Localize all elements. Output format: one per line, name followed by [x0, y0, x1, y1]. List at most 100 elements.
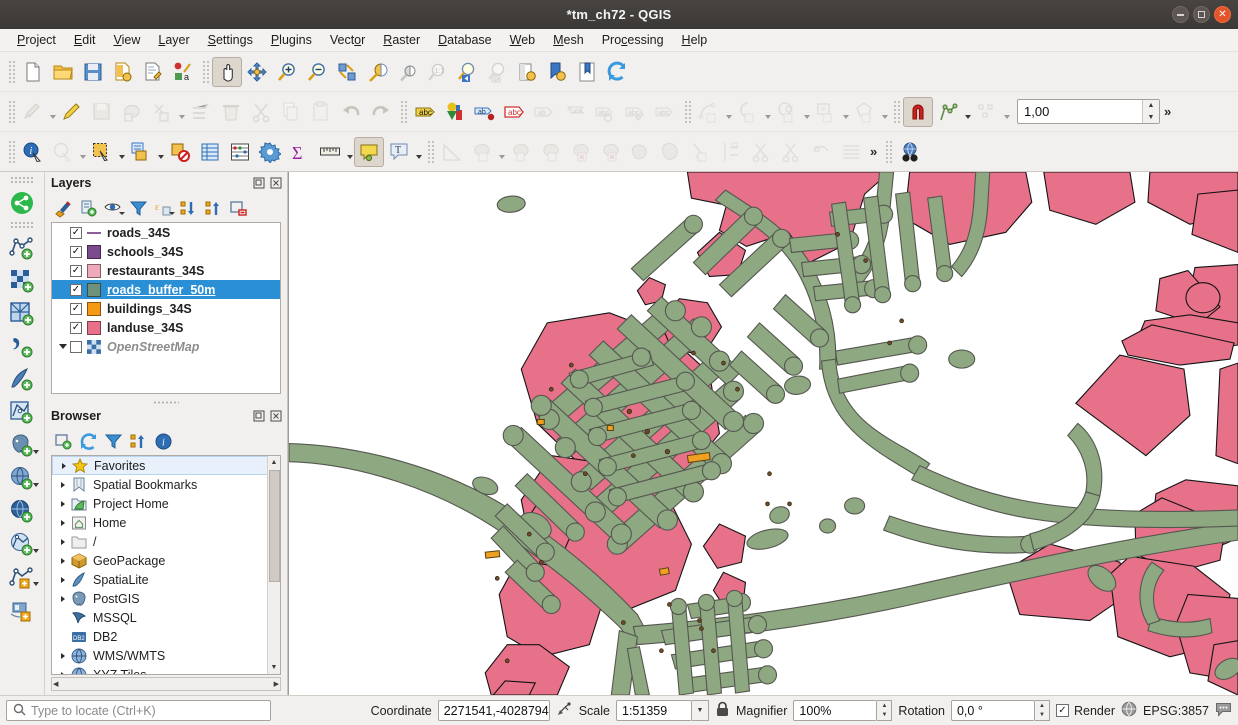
chevron-right-icon[interactable]	[56, 671, 70, 676]
chevron-down-icon[interactable]	[169, 212, 175, 215]
browser-item-home[interactable]: Home	[52, 513, 268, 532]
layer-row-schools_34S[interactable]: ✓schools_34S	[52, 242, 280, 261]
change-label-properties-button[interactable]: abc	[650, 97, 680, 127]
menu-item-edit[interactable]: Edit	[65, 29, 105, 52]
new-project-button[interactable]	[18, 57, 48, 87]
menu-item-layer[interactable]: Layer	[149, 29, 198, 52]
snapping-units-button[interactable]	[972, 97, 1002, 127]
browser-item-[interactable]: /	[52, 532, 268, 551]
select-features-dropdown[interactable]	[117, 137, 126, 167]
deselect-features-button[interactable]	[165, 137, 195, 167]
menu-item-raster[interactable]: Raster	[374, 29, 429, 52]
new-print-layout-button[interactable]	[138, 57, 168, 87]
toolbar-grip[interactable]	[426, 139, 434, 165]
scroll-right-arrow[interactable]: ▶	[274, 680, 279, 688]
browser-item-postgis[interactable]: PostGIS	[52, 589, 268, 608]
toolbar-overflow-button[interactable]: »	[1160, 104, 1175, 119]
modify-attributes-button[interactable]	[147, 97, 177, 127]
menu-item-view[interactable]: View	[104, 29, 149, 52]
layer-row-OpenStreetMap[interactable]: OpenStreetMap	[52, 337, 280, 356]
layer-row-landuse_34S[interactable]: ✓landuse_34S	[52, 318, 280, 337]
browser-item-db2[interactable]: DB2DB2	[52, 627, 268, 646]
vertex-tool-dropdown[interactable]	[724, 97, 733, 127]
open-layer-styling-icon[interactable]	[51, 196, 75, 220]
rotate-feature-button[interactable]	[686, 137, 716, 167]
text-annotation-dropdown[interactable]	[414, 137, 423, 167]
pan-map-button[interactable]	[212, 57, 242, 87]
measure-angle-button[interactable]	[437, 137, 467, 167]
toggle-editing-button[interactable]	[57, 97, 87, 127]
spinbox-arrows[interactable]: ▲ ▼	[1035, 700, 1050, 721]
reshape-dropdown[interactable]	[763, 97, 772, 127]
save-project-as-button[interactable]	[108, 57, 138, 87]
minimize-button[interactable]	[1172, 6, 1189, 23]
delete-part-button[interactable]	[566, 137, 596, 167]
chevron-right-icon[interactable]	[57, 462, 71, 470]
expand-all-icon[interactable]	[176, 196, 200, 220]
toolbar-grip[interactable]	[399, 99, 407, 125]
select-by-value-dropdown[interactable]	[156, 137, 165, 167]
label-button[interactable]: abc	[410, 97, 440, 127]
scrollbar-thumb[interactable]	[269, 470, 280, 582]
split-features-button[interactable]	[811, 97, 841, 127]
toggle-extents-icon[interactable]	[556, 701, 573, 721]
zoom-full-button[interactable]	[332, 57, 362, 87]
layers-undock-icon[interactable]	[251, 176, 266, 191]
menu-item-database[interactable]: Database	[429, 29, 501, 52]
offset-curve-dropdown[interactable]	[802, 97, 811, 127]
crs-label[interactable]: EPSG:3857	[1143, 704, 1209, 718]
new-bookmark-button[interactable]	[542, 57, 572, 87]
menu-item-vector[interactable]: Vector	[321, 29, 374, 52]
merge-features-dropdown[interactable]	[880, 97, 889, 127]
scissors-2-button[interactable]	[776, 137, 806, 167]
magnifier-spinbox[interactable]: 100% ▲ ▼	[793, 700, 892, 721]
add-group-icon[interactable]	[76, 196, 100, 220]
lock-scale-icon[interactable]	[715, 701, 730, 721]
add-vector-layer-icon[interactable]	[5, 231, 39, 264]
zoom-to-selection-button[interactable]	[362, 57, 392, 87]
rotation-value[interactable]: 0,0 °	[951, 700, 1035, 721]
layer-row-roads_buffer_50m[interactable]: ✓roads_buffer_50m	[52, 280, 280, 299]
menu-item-processing[interactable]: Processing	[593, 29, 673, 52]
offset-curve-button[interactable]	[772, 97, 802, 127]
chevron-right-icon[interactable]	[56, 481, 70, 489]
add-ring-button[interactable]	[536, 137, 566, 167]
add-wfs-layer-icon[interactable]	[5, 495, 39, 528]
remove-layer-icon[interactable]	[226, 196, 250, 220]
paste-features-button[interactable]	[306, 97, 336, 127]
toolbar-grip[interactable]	[7, 99, 15, 125]
layer-visibility-checkbox[interactable]: ✓	[70, 265, 82, 277]
spin-down-arrow[interactable]: ▼	[1035, 711, 1049, 721]
spin-down-arrow[interactable]: ▼	[1143, 112, 1159, 124]
crs-globe-icon[interactable]	[1121, 701, 1137, 720]
trim-extend-button[interactable]	[716, 137, 746, 167]
smooth-button[interactable]	[656, 137, 686, 167]
chevron-right-icon[interactable]	[56, 595, 70, 603]
collapse-all-icon[interactable]	[201, 196, 225, 220]
change-label-button[interactable]: abc	[620, 97, 650, 127]
delete-selected-button[interactable]	[216, 97, 246, 127]
delete-ring-button[interactable]	[596, 137, 626, 167]
menu-item-plugins[interactable]: Plugins	[262, 29, 321, 52]
simplify-button[interactable]	[626, 137, 656, 167]
map-tips-button[interactable]	[354, 137, 384, 167]
new-gpkg-layer-icon[interactable]	[5, 594, 39, 627]
messages-icon[interactable]	[1215, 702, 1232, 720]
filter-legend-expression-icon[interactable]: ε	[151, 196, 175, 220]
filter-browser-icon[interactable]	[101, 429, 125, 453]
redo-button[interactable]	[366, 97, 396, 127]
toolbar-grip[interactable]	[884, 139, 892, 165]
browser-collapse-all-icon[interactable]	[126, 429, 150, 453]
spin-up-arrow[interactable]: ▲	[1035, 701, 1049, 711]
chevron-right-icon[interactable]	[56, 519, 70, 527]
snapping-units-dropdown[interactable]	[1002, 97, 1011, 127]
menu-item-web[interactable]: Web	[501, 29, 544, 52]
browser-properties-icon[interactable]: i	[151, 429, 175, 453]
layer-row-roads_34S[interactable]: ✓roads_34S	[52, 223, 280, 242]
save-layer-edits-button[interactable]	[87, 97, 117, 127]
chevron-right-icon[interactable]	[56, 500, 70, 508]
undo-button[interactable]	[336, 97, 366, 127]
chevron-down-icon[interactable]	[33, 483, 39, 487]
pan-to-selection-button[interactable]	[242, 57, 272, 87]
split-features-dropdown[interactable]	[841, 97, 850, 127]
